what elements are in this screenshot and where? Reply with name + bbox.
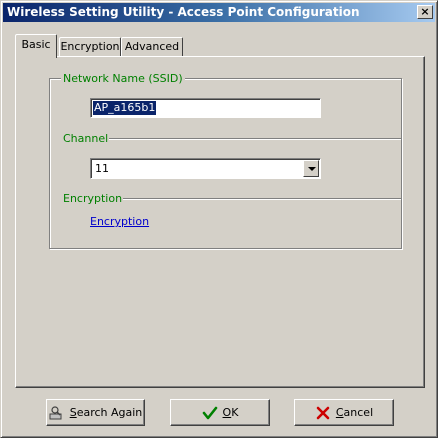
dialog-window: Wireless Setting Utility - Access Point … [0,0,438,438]
close-button[interactable]: × [417,5,433,19]
tab-encryption[interactable]: Encryption [59,37,121,56]
search-again-icon [49,405,65,421]
ssid-input[interactable]: AP_a165b1 [90,98,321,118]
channel-select[interactable]: 11 [90,158,321,179]
tab-advanced[interactable]: Advanced [121,37,183,56]
close-icon: × [420,5,430,18]
chevron-down-icon[interactable] [303,160,319,177]
tab-basic[interactable]: Basic [15,34,57,58]
tab-encryption-label: Encryption [60,40,120,53]
channel-value: 11 [95,162,109,175]
tab-basic-label: Basic [21,38,51,51]
ssid-value: AP_a165b1 [93,101,157,115]
ok-label: OK [222,406,239,419]
search-again-button[interactable]: Search Again [46,399,145,426]
encryption-separator [123,198,401,200]
channel-label: Channel [61,132,111,145]
ok-button[interactable]: OK [170,399,270,426]
encryption-link[interactable]: Encryption [90,215,149,228]
ssid-label: Network Name (SSID) [61,72,185,85]
channel-separator [109,138,401,140]
title-bar[interactable]: Wireless Setting Utility - Access Point … [3,3,435,22]
search-again-label: Search Again [69,406,143,419]
cancel-button[interactable]: Cancel [294,399,394,426]
tab-advanced-label: Advanced [124,40,180,53]
checkmark-icon [202,405,218,421]
window-title: Wireless Setting Utility - Access Point … [7,5,360,19]
cancel-label: Cancel [335,406,374,419]
encryption-label: Encryption [61,192,125,205]
x-icon [315,405,331,421]
